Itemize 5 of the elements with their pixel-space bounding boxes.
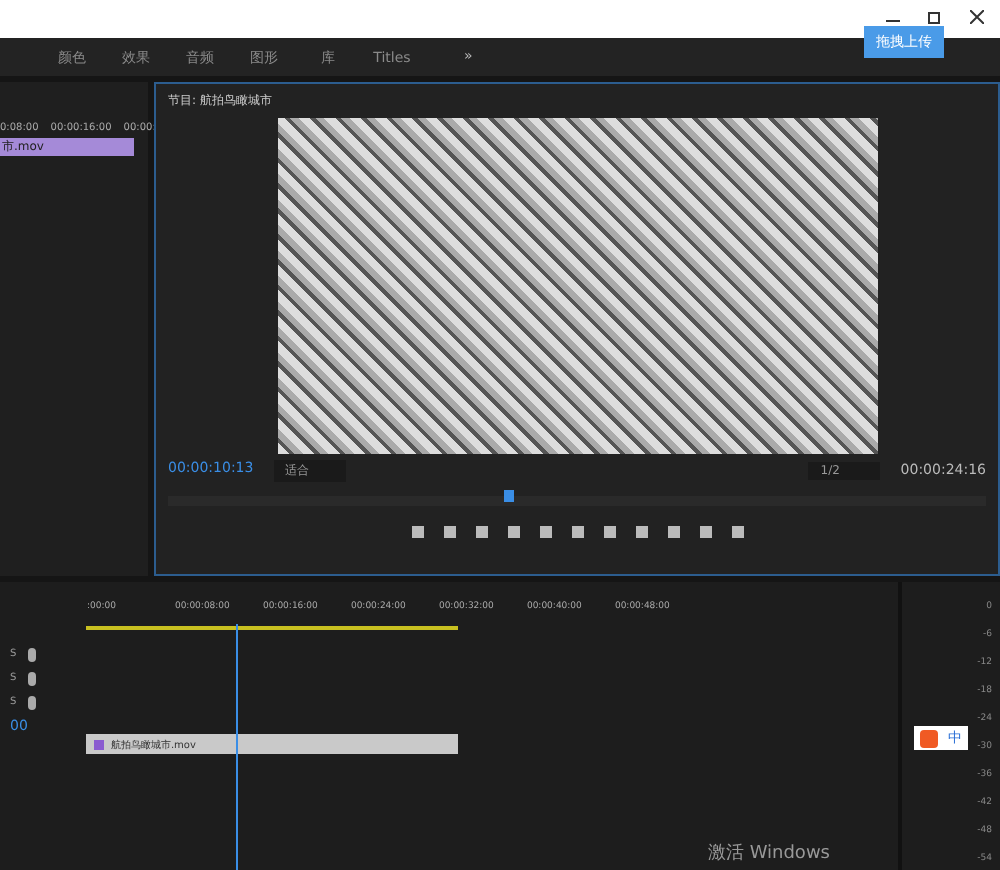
clip-badge-icon — [94, 739, 105, 749]
playhead-handle[interactable] — [503, 490, 514, 502]
activation-notice: 激活 Windows — [707, 841, 830, 866]
close-button[interactable] — [970, 10, 984, 28]
restore-button[interactable] — [928, 10, 942, 28]
